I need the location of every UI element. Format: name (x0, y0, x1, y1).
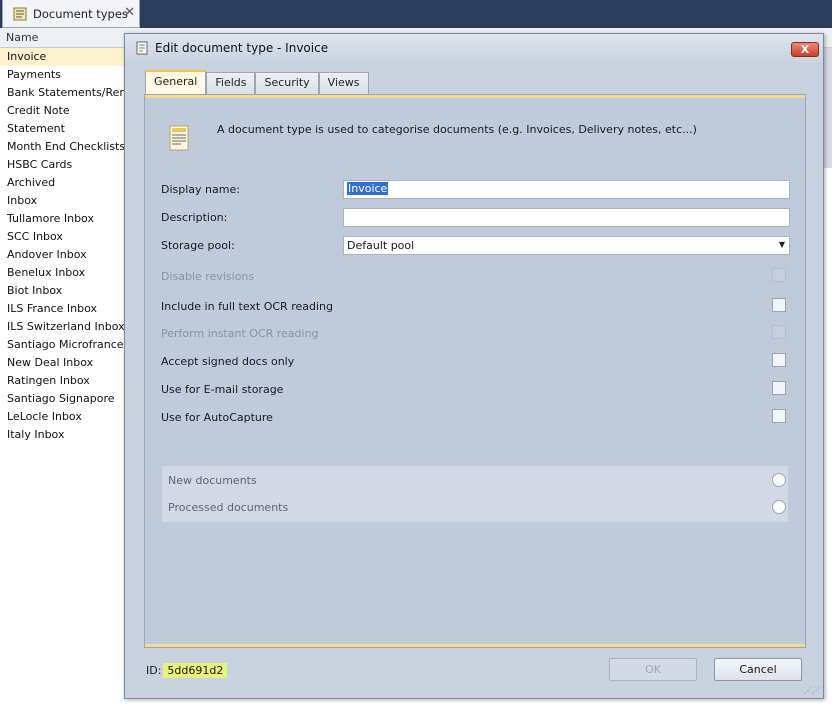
tab-bottom-line (145, 644, 805, 647)
full-text-ocr-checkbox[interactable] (772, 298, 786, 312)
list-item[interactable]: New Deal Inbox (0, 354, 140, 372)
list-item[interactable]: LeLocle Inbox (0, 408, 140, 426)
document-type-list: Name Invoice Payments Bank Statements/Remi… (0, 28, 140, 704)
info-text: A document type is used to categorise do… (217, 123, 697, 136)
document-list-icon (13, 7, 27, 20)
tab-security[interactable]: Security (255, 72, 319, 94)
processed-documents-label: Processed documents (168, 501, 289, 514)
instant-ocr-label: Perform instant OCR reading (161, 327, 319, 340)
list-items: Invoice Payments Bank Statements/Remitt Cre… (0, 48, 140, 444)
signed-docs-checkbox[interactable] (772, 353, 786, 367)
id-display: ID: 5dd691d2 (146, 663, 228, 678)
close-icon[interactable]: ✕ (124, 5, 135, 20)
edit-document-type-dialog: Edit document type - Invoice X General F… (124, 33, 824, 699)
column-header-name[interactable]: Name (0, 28, 140, 48)
scrollbar[interactable] (824, 48, 832, 168)
ok-button[interactable]: OK (609, 658, 697, 681)
email-storage-checkbox[interactable] (772, 381, 786, 395)
display-name-field[interactable]: Invoice (343, 180, 790, 199)
tab-fields[interactable]: Fields (206, 72, 256, 94)
tab-views[interactable]: Views (318, 72, 369, 94)
signed-docs-label: Accept signed docs only (161, 355, 295, 368)
disable-revisions-label: Disable revisions (161, 270, 255, 283)
list-item[interactable]: Santiago Microfrance (0, 336, 140, 354)
description-label: Description: (161, 211, 228, 224)
new-documents-radio[interactable] (772, 473, 786, 487)
general-tab-content: A document type is used to categorise do… (144, 94, 806, 648)
list-item[interactable]: HSBC Cards (0, 156, 140, 174)
document-large-icon (169, 125, 189, 151)
dialog-title: Edit document type - Invoice (155, 41, 329, 55)
list-item[interactable]: Archived (0, 174, 140, 192)
list-item[interactable]: ILS France Inbox (0, 300, 140, 318)
tab-document-types[interactable]: Document types ✕ (2, 0, 140, 28)
list-item[interactable]: Biot Inbox (0, 282, 140, 300)
top-tab-strip: Document types ✕ (0, 0, 832, 28)
full-text-ocr-label: Include in full text OCR reading (161, 300, 333, 313)
email-storage-label: Use for E-mail storage (161, 383, 284, 396)
autocapture-label: Use for AutoCapture (161, 411, 273, 424)
tab-general[interactable]: General (145, 70, 207, 94)
list-item[interactable]: Santiago Signapore (0, 390, 140, 408)
id-value: 5dd691d2 (163, 663, 228, 678)
list-item[interactable]: Month End Checklists (0, 138, 140, 156)
list-item[interactable]: Tullamore Inbox (0, 210, 140, 228)
list-item[interactable]: Benelux Inbox (0, 264, 140, 282)
list-item[interactable]: Invoice (0, 48, 140, 66)
storage-pool-select[interactable]: Default pool ▼ (343, 236, 790, 255)
list-item[interactable]: Payments (0, 66, 140, 84)
description-field[interactable] (343, 208, 790, 227)
list-item[interactable]: SCC Inbox (0, 228, 140, 246)
new-documents-label: New documents (168, 474, 257, 487)
list-item[interactable]: Statement (0, 120, 140, 138)
list-item[interactable]: Ratingen Inbox (0, 372, 140, 390)
display-name-value: Invoice (347, 182, 389, 195)
list-item[interactable]: Credit Note (0, 102, 140, 120)
list-item[interactable]: Inbox (0, 192, 140, 210)
document-icon (136, 41, 148, 55)
processed-documents-radio[interactable] (772, 500, 786, 514)
storage-pool-label: Storage pool: (161, 239, 235, 252)
list-item[interactable]: Bank Statements/Remitt (0, 84, 140, 102)
id-label: ID: (146, 664, 162, 677)
tab-accent-line (145, 95, 805, 98)
list-item[interactable]: Andover Inbox (0, 246, 140, 264)
storage-pool-value: Default pool (347, 239, 415, 252)
close-button[interactable]: X (791, 42, 819, 57)
disable-revisions-checkbox[interactable] (772, 268, 786, 282)
dialog-titlebar[interactable]: Edit document type - Invoice X (125, 34, 823, 62)
list-item[interactable]: Italy Inbox (0, 426, 140, 444)
triangle-down-icon: ▼ (778, 240, 785, 249)
tab-title: Document types (33, 6, 128, 21)
list-item[interactable]: ILS Switzerland Inbox (0, 318, 140, 336)
instant-ocr-checkbox[interactable] (772, 325, 786, 339)
display-name-label: Display name: (161, 183, 240, 196)
autocapture-checkbox[interactable] (772, 409, 786, 423)
cancel-button[interactable]: Cancel (714, 658, 802, 681)
resize-grip[interactable]: ⋰⋰ (804, 686, 820, 695)
tab-bar: General Fields Security Views (145, 70, 369, 94)
autocapture-group: New documents Processed documents (161, 465, 789, 523)
